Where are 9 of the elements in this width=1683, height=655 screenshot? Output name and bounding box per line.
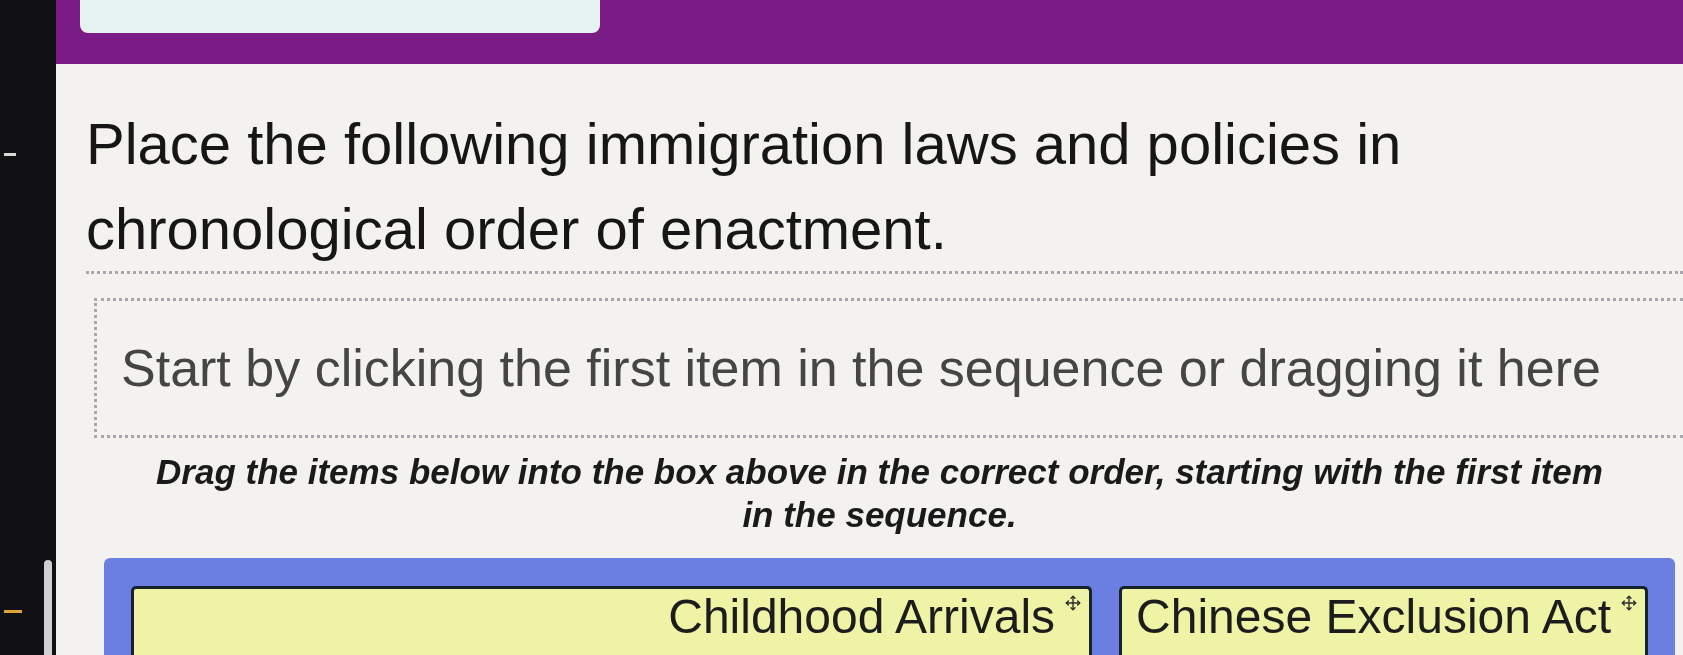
instruction-text: Drag the items below into the box above in the correct order, starting with the first item in the sequence. <box>155 451 1604 536</box>
drop-zone[interactable]: Start by clicking the first item in the sequence or dragging it here <box>94 298 1683 438</box>
move-icon <box>1621 595 1637 611</box>
indicator-light-icon <box>4 610 22 613</box>
question-text: Place the following immigration laws and policies in chronological order of enactment. <box>86 110 1403 263</box>
move-icon <box>1065 595 1082 611</box>
sequence-item[interactable]: Chinese Exclusion Act <box>1119 586 1648 655</box>
sequence-item[interactable]: Childhood Arrivals <box>131 586 1093 655</box>
indicator-light-icon <box>4 153 16 156</box>
